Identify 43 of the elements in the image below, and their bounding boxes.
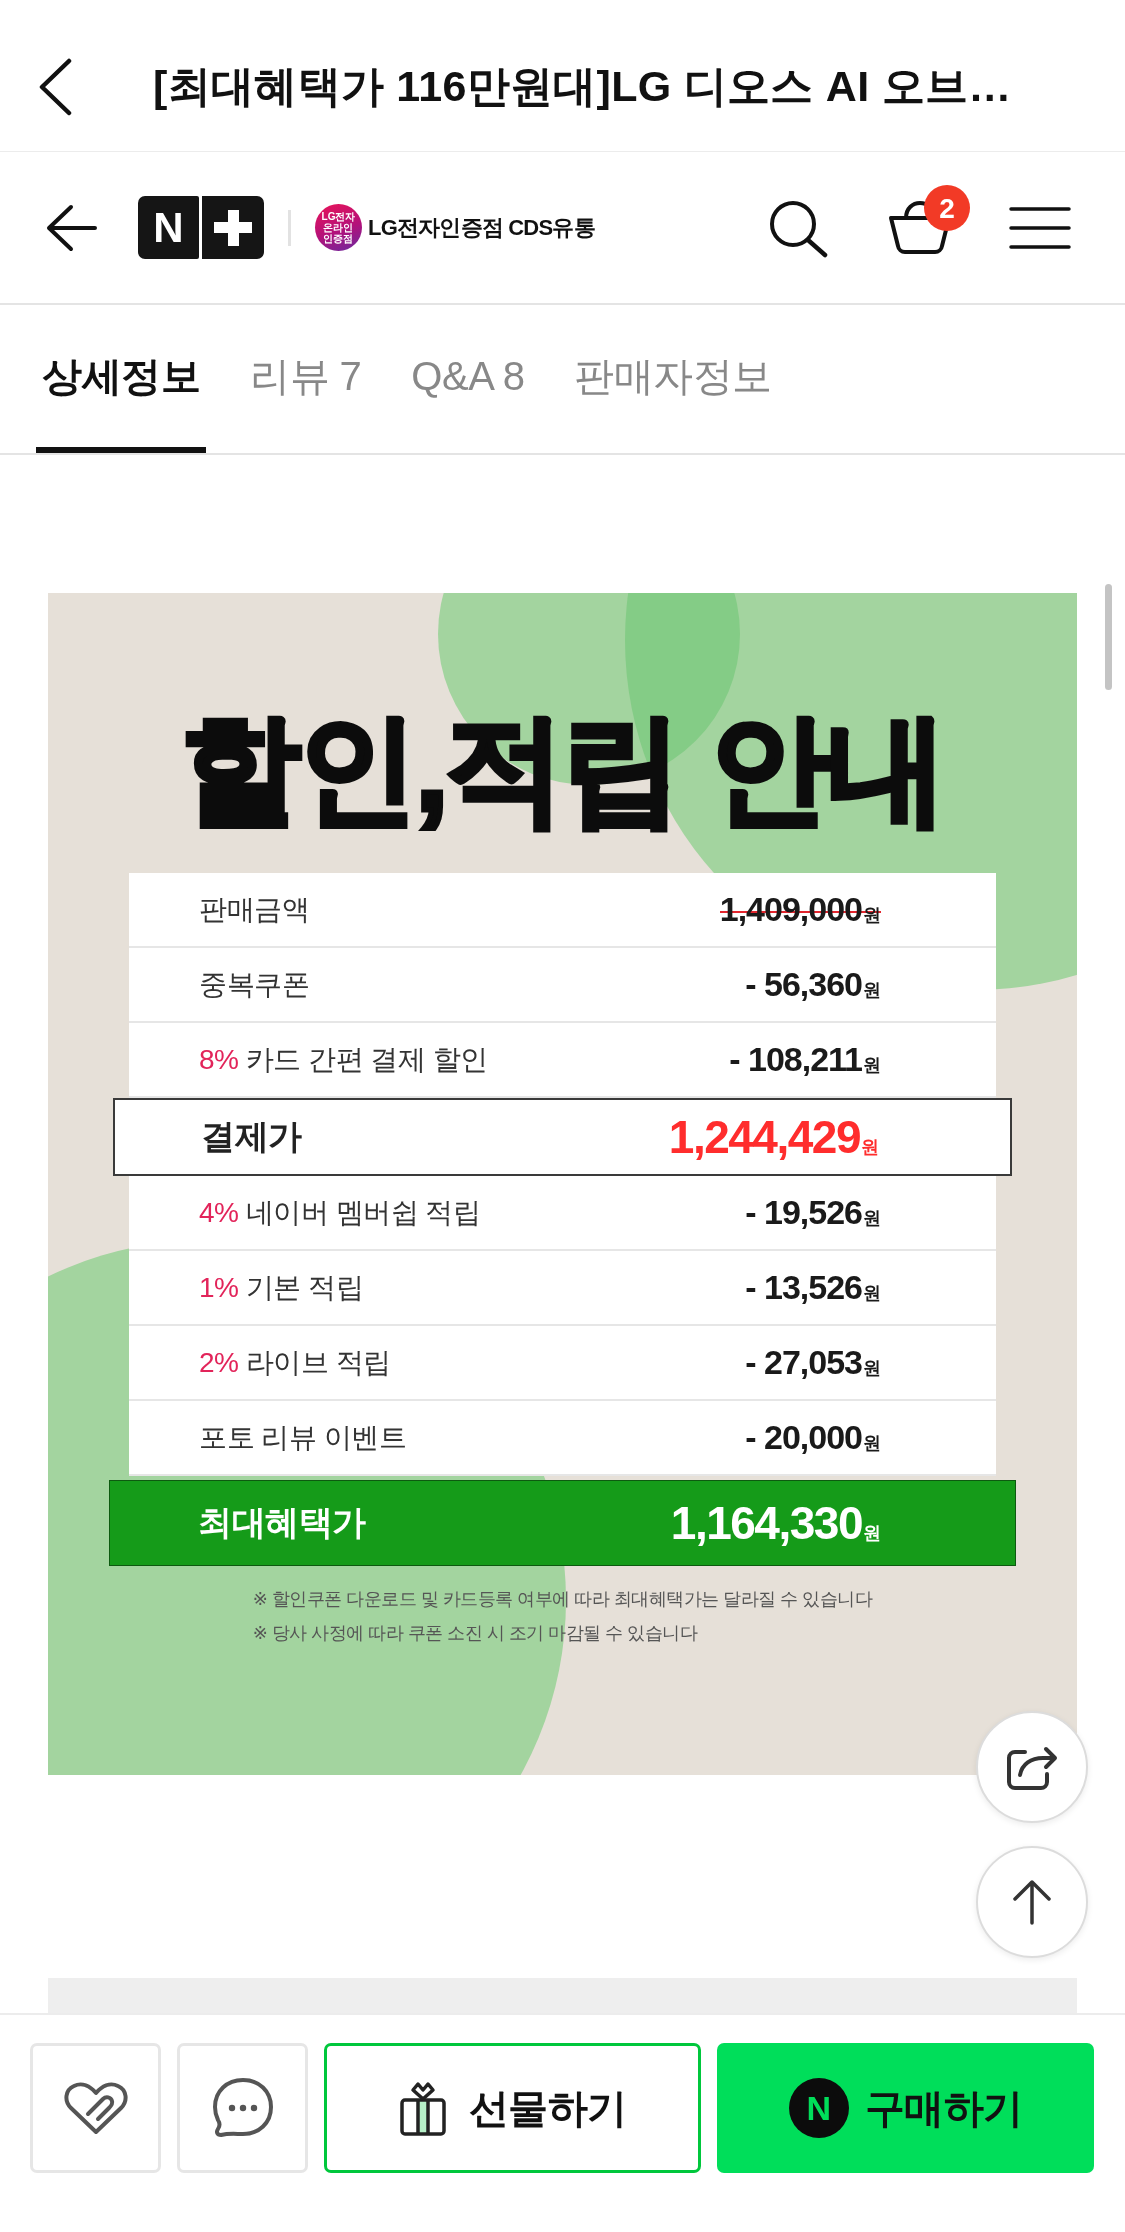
row-label: 결제가 [201, 1116, 302, 1157]
amount-text: - 13,526원 [745, 1268, 881, 1307]
amount-text: - 56,360원 [745, 965, 881, 1004]
n-logo: N [788, 2078, 849, 2138]
store-badge: LG전자 온라인 인증점 [315, 204, 362, 251]
amount-text: - 19,526원 [745, 1193, 881, 1232]
gift-icon [398, 2080, 447, 2136]
back-chevron-icon[interactable] [37, 57, 73, 116]
arrow-up-icon [1012, 1879, 1052, 1925]
amount-text: - 27,053원 [745, 1343, 881, 1382]
buy-button[interactable]: N 구매하기 [717, 2043, 1094, 2173]
page-title: [최대혜택가 116만원대]LG 디오스 AI 오브… [153, 60, 1012, 112]
tab[interactable]: 판매자정보 [568, 305, 778, 453]
chat-bubble-icon [211, 2077, 274, 2139]
amount-text: - 108,211원 [729, 1040, 881, 1079]
row-label: 2% 라이브 적립 [199, 1345, 391, 1380]
banner-title: 할인,적립 안내 [180, 701, 945, 835]
heart-icon [62, 2081, 129, 2135]
tab[interactable]: 리뷰 7 [244, 305, 368, 453]
amount-text: 1,164,330원 [670, 1496, 881, 1550]
plus-icon[interactable] [202, 196, 264, 259]
cart-count-badge: 2 [924, 185, 970, 231]
row-label: 8% 카드 간편 결제 할인 [199, 1042, 488, 1077]
gift-button[interactable]: 선물하기 [324, 2043, 701, 2173]
row-label: 1% 기본 적립 [199, 1270, 364, 1305]
row-label: 판매금액 [199, 892, 309, 927]
back-arrow-icon[interactable] [46, 203, 98, 252]
row-label: 중복쿠폰 [199, 967, 309, 1002]
scrollbar-thumb[interactable] [1105, 584, 1112, 690]
note-text: ※ 할인쿠폰 다운로드 및 카드등록 여부에 따라 최대혜택가는 달라질 수 있습니다 [252, 1588, 873, 1611]
wishlist-button[interactable] [30, 2043, 161, 2173]
amount-text: 1,244,429원 [668, 1110, 879, 1164]
tab[interactable]: Q&A 8 [405, 305, 531, 453]
row-label: 포토 리뷰 이벤트 [199, 1420, 407, 1455]
note-text: ※ 당사 사정에 따라 쿠폰 소진 시 조기 마감될 수 있습니다 [252, 1622, 699, 1645]
brand-logo-letter[interactable]: N [138, 196, 199, 259]
row-label: 최대혜택가 [198, 1502, 366, 1543]
amount-text: - 20,000원 [745, 1418, 881, 1457]
chat-button[interactable] [177, 2043, 308, 2173]
store-name[interactable]: LG전자인증점 CDS유통 [368, 212, 595, 243]
row-label: 4% 네이버 멤버쉽 적립 [199, 1195, 481, 1230]
menu-icon[interactable] [1009, 205, 1071, 250]
tab[interactable]: 상세정보 [36, 305, 206, 453]
